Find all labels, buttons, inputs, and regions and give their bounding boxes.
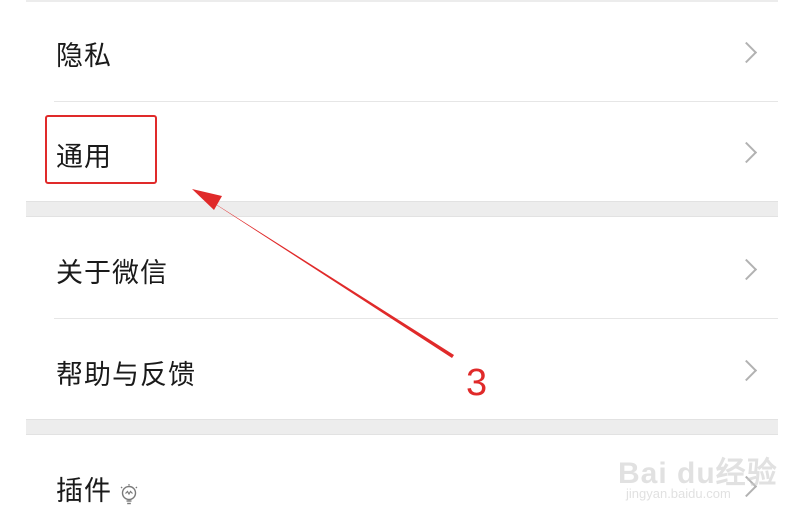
settings-item-about-wechat[interactable]: 关于微信 [26,217,778,318]
settings-item-label-group: 插件 [56,469,138,508]
settings-item-privacy[interactable]: 隐私 [26,2,778,101]
settings-item-label: 插件 [56,476,112,507]
section-gap [26,201,778,217]
chevron-right-icon [735,258,758,281]
chevron-right-icon [735,41,758,64]
chevron-right-icon [735,359,758,382]
settings-item-label: 帮助与反馈 [56,360,196,391]
settings-list: 隐私 通用 关于微信 帮助与反馈 插件 [26,0,778,521]
settings-item-help-feedback[interactable]: 帮助与反馈 [26,319,778,419]
chevron-right-icon [735,475,758,498]
annotation-highlight-box [45,115,157,184]
annotation-step-number: 3 [466,362,488,404]
lightbulb-icon [120,482,138,504]
settings-item-label: 隐私 [56,41,112,72]
section-gap [26,419,778,435]
screenshot-frame: 隐私 通用 关于微信 帮助与反馈 插件 3 Bai du经验 jingyan.b… [0,0,807,521]
chevron-right-icon [735,141,758,164]
settings-item-plugins[interactable]: 插件 [26,435,778,521]
settings-item-label: 关于微信 [56,258,168,289]
